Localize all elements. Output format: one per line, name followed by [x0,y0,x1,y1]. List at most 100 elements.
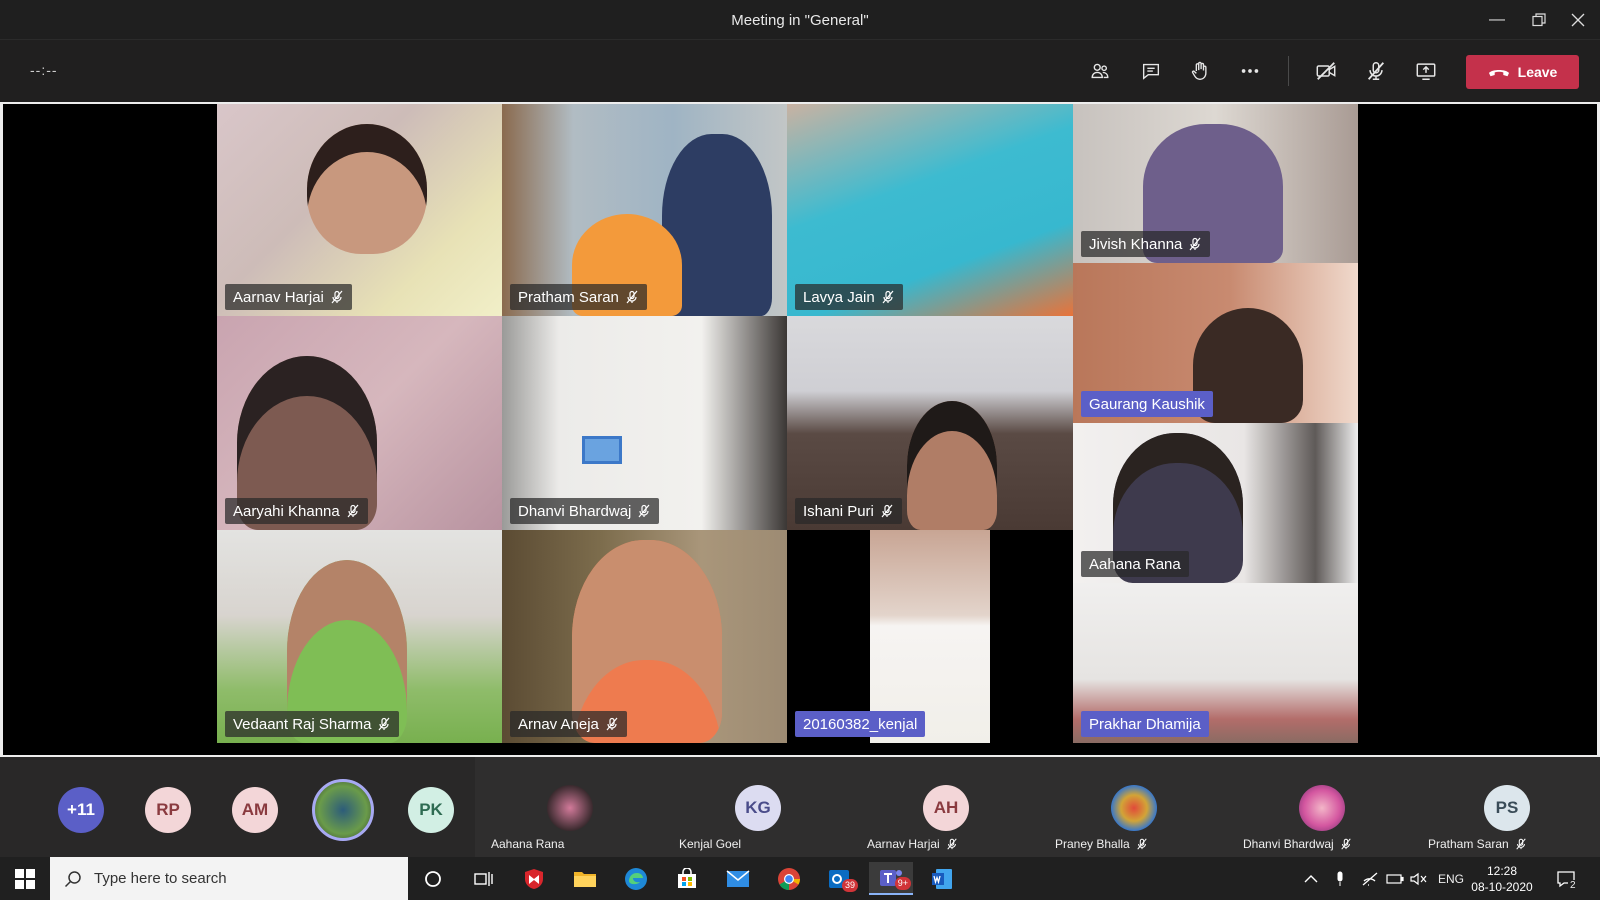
participant-tile[interactable]: Praney Bhalla [1039,757,1227,857]
muted-mic-icon [638,504,650,518]
participant-name-tag: Dhanvi Bhardwaj [510,498,660,524]
participant-tile[interactable]: KG Kenjal Goel [663,757,851,857]
muted-mic-icon [626,290,638,304]
participant-tile[interactable]: Aahana Rana [475,757,663,857]
more-participants-button[interactable]: +11 [58,787,104,833]
muted-mic-icon [881,504,893,518]
participant-tile[interactable]: PS Pratham Saran [1412,757,1600,857]
close-button[interactable] [1555,0,1600,40]
participant-name: Kenjal Goel [679,837,742,851]
tray-network[interactable] [1362,857,1378,900]
participant-name: Vedaant Raj Sharma [233,715,372,733]
task-view-icon [474,871,493,886]
muted-mic-icon [331,290,343,304]
participant-name-tag: Pratham Saran [510,284,647,310]
muted-mic-icon [1341,838,1351,850]
video-tile[interactable]: Jivish Khanna [1073,104,1358,263]
participant-avatar[interactable]: PK [408,787,454,833]
show-hidden-icons-button[interactable] [1304,857,1318,900]
shield-icon [525,868,543,889]
taskbar-search-box[interactable]: Type here to search [50,857,408,900]
participant-name-tag: Gaurang Kaushik [1081,391,1213,417]
mail-app[interactable] [716,862,760,895]
video-stage: Aarnav Harjai Pratham Saran Lavya Jain J… [0,102,1600,757]
chrome-app[interactable] [767,862,811,895]
video-tile[interactable]: Aahana Rana [1073,423,1358,583]
taskbar-clock[interactable]: 12:28 08-10-2020 [1464,863,1540,895]
language-label: ENG [1438,871,1465,886]
more-options-button[interactable] [1232,54,1268,88]
start-button[interactable] [0,857,50,900]
avatar-photo [547,785,593,831]
muted-mic-icon [947,838,957,850]
action-center-button[interactable]: 2 [1556,857,1578,900]
mic-toggle-button[interactable] [1358,54,1394,88]
tray-battery[interactable] [1386,857,1404,900]
participant-tile[interactable]: Dhanvi Bhardwaj [1227,757,1415,857]
tray-microphone[interactable] [1334,857,1346,900]
video-tile[interactable]: Aarnav Harjai [217,104,502,316]
avatar-photo [1111,785,1157,831]
store-app[interactable] [665,862,709,895]
muted-mic-icon [606,717,618,731]
participant-avatar-photo[interactable] [312,779,374,841]
leave-button[interactable]: Leave [1466,55,1579,89]
input-language[interactable]: ENG [1438,857,1464,900]
window-title: Meeting in "General" [731,12,869,29]
video-tile[interactable]: Prakhar Dhamija [1073,583,1358,743]
camera-toggle-button[interactable] [1308,54,1344,88]
participant-name-tag: Aahana Rana [1081,551,1189,577]
teams-badge: 9+ [894,877,911,890]
file-explorer-app[interactable] [563,862,607,895]
participant-avatar[interactable]: RP [145,787,191,833]
store-bag-icon [678,867,696,888]
mic-off-icon [1367,62,1385,80]
edge-browser-icon [625,867,647,890]
share-screen-button[interactable] [1408,54,1444,88]
participant-label: Aahana Rana [491,837,564,851]
video-tile[interactable]: Ishani Puri [787,316,1073,530]
video-tile[interactable]: Pratham Saran [502,104,787,316]
avatar-initials: AM [241,800,269,819]
raise-hand-button[interactable] [1182,54,1218,88]
outlook-app[interactable]: 39 [818,862,862,895]
participant-tile[interactable]: AH Aarnav Harjai [851,757,1039,857]
antivirus-app[interactable] [512,862,556,895]
participant-name-tag: Lavya Jain [795,284,903,310]
video-tile[interactable]: Gaurang Kaushik [1073,263,1358,423]
participants-button[interactable] [1082,54,1118,88]
video-tile[interactable]: Dhanvi Bhardwaj [502,316,787,530]
more-icon [1241,69,1259,73]
word-icon [932,868,952,889]
search-icon [64,870,81,887]
participant-avatar[interactable]: AM [232,787,278,833]
participant-name-tag: Prakhar Dhamija [1081,711,1209,737]
video-tile[interactable]: Arnav Aneja [502,530,787,743]
minimize-button[interactable]: — [1474,0,1520,40]
video-tile[interactable]: Vedaant Raj Sharma [217,530,502,743]
avatar-photo [1299,785,1345,831]
participant-name: Pratham Saran [1428,837,1509,851]
avatar-initials: PS [1495,798,1519,817]
video-tile[interactable]: Lavya Jain [787,104,1073,316]
word-app[interactable] [920,862,964,895]
muted-mic-icon [882,290,894,304]
participant-name-tag: Jivish Khanna [1081,231,1211,257]
chat-button[interactable] [1133,54,1169,88]
minimize-icon: — [1489,11,1505,28]
overflow-count: +11 [67,800,95,819]
task-view-button[interactable] [461,862,505,895]
participant-label: Dhanvi Bhardwaj [1243,837,1352,851]
video-tile[interactable]: Aaryahi Khanna [217,316,502,530]
teams-app[interactable]: 9+ [869,862,913,895]
participant-silhouette [307,124,427,254]
cortana-button[interactable] [411,862,455,895]
video-tile[interactable]: 20160382_kenjal [787,530,1073,743]
edge-app[interactable] [614,862,658,895]
participant-name-tag: Vedaant Raj Sharma [225,711,400,737]
participant-name: Prakhar Dhamija [1089,715,1201,733]
avatar-initials: AH [933,798,959,817]
participant-name-tag: Aarnav Harjai [225,284,352,310]
participant-name: Aaryahi Khanna [233,502,340,520]
tray-volume[interactable] [1410,857,1428,900]
